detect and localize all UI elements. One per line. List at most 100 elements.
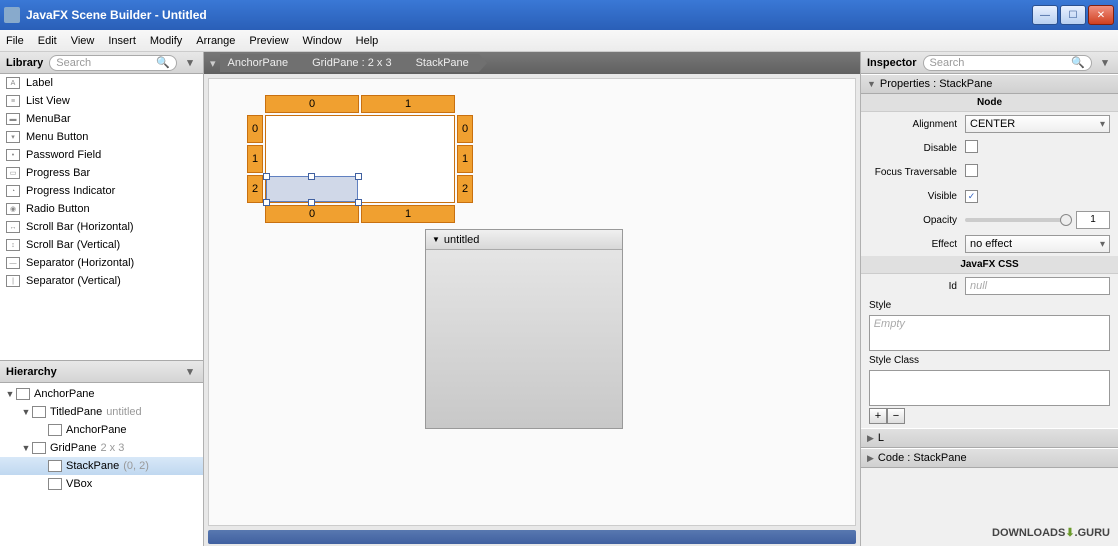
library-search[interactable]: Search 🔍: [49, 55, 177, 71]
titledpane-title: untitled: [444, 234, 479, 246]
opacity-slider[interactable]: [965, 218, 1072, 222]
inspector-title: Inspector: [867, 57, 917, 69]
sel-handle-nw[interactable]: [263, 173, 270, 180]
tree-label: AnchorPane: [34, 388, 95, 400]
lib-item-listview[interactable]: ≡List View: [0, 92, 203, 110]
inspector-menu-icon[interactable]: ▾: [1098, 56, 1112, 69]
styleclass-textarea[interactable]: [869, 370, 1111, 406]
grid-row-header-1-left[interactable]: 1: [247, 145, 263, 173]
breadcrumb-back-icon[interactable]: ▾: [210, 57, 216, 70]
grid-col-footer-0[interactable]: 0: [265, 205, 359, 223]
focus-checkbox[interactable]: [965, 164, 978, 177]
style-textarea[interactable]: Empty: [869, 315, 1111, 351]
tree-label: VBox: [66, 478, 92, 490]
canvas[interactable]: 0 1 0 1 2 0 1 2 0 1: [208, 78, 856, 526]
library-menu-icon[interactable]: ▾: [183, 56, 197, 69]
grid-col-header-0[interactable]: 0: [265, 95, 359, 113]
code-section[interactable]: ▶ Code : StackPane: [861, 448, 1118, 468]
node-icon: [48, 460, 62, 472]
grid-row-header-0-right[interactable]: 0: [457, 115, 473, 143]
menu-arrange[interactable]: Arrange: [196, 35, 235, 47]
hierarchy-header: Hierarchy ▾: [0, 361, 203, 383]
menu-insert[interactable]: Insert: [108, 35, 136, 47]
tree-row[interactable]: AnchorPane: [0, 421, 203, 439]
grid-row-header-1-right[interactable]: 1: [457, 145, 473, 173]
sel-handle-ne[interactable]: [355, 173, 362, 180]
lib-item-scrollh[interactable]: ↔Scroll Bar (Horizontal): [0, 218, 203, 236]
grid-col-header-1[interactable]: 1: [361, 95, 455, 113]
lib-item-radio[interactable]: ◉Radio Button: [0, 200, 203, 218]
menu-view[interactable]: View: [71, 35, 95, 47]
sel-handle-sw[interactable]: [263, 199, 270, 206]
properties-section[interactable]: ▼ Properties : StackPane: [861, 74, 1118, 94]
close-button[interactable]: ✕: [1088, 5, 1114, 25]
menu-modify[interactable]: Modify: [150, 35, 182, 47]
lib-item-progressind[interactable]: ◔Progress Indicator: [0, 182, 203, 200]
lib-item-seph[interactable]: —Separator (Horizontal): [0, 254, 203, 272]
lib-item-progressbar[interactable]: ▭Progress Bar: [0, 164, 203, 182]
hierarchy-tree[interactable]: ▼AnchorPane▼TitledPaneuntitledAnchorPane…: [0, 383, 203, 546]
sel-handle-se[interactable]: [355, 199, 362, 206]
tree-row[interactable]: ▼TitledPaneuntitled: [0, 403, 203, 421]
tree-row[interactable]: VBox: [0, 475, 203, 493]
crumb-gridpane[interactable]: GridPane : 2 x 3: [298, 54, 402, 72]
sel-handle-n[interactable]: [308, 173, 315, 180]
menu-help[interactable]: Help: [356, 35, 379, 47]
opacity-input[interactable]: 1: [1076, 211, 1110, 229]
crumb-stackpane[interactable]: StackPane: [402, 54, 479, 72]
sepv-icon: |: [6, 275, 20, 287]
slider-thumb[interactable]: [1060, 214, 1072, 226]
node-icon: [32, 406, 46, 418]
titledpane-header[interactable]: ▼ untitled: [426, 230, 622, 250]
lib-item-sepv[interactable]: |Separator (Vertical): [0, 272, 203, 290]
lib-item-scrollv[interactable]: ↕Scroll Bar (Vertical): [0, 236, 203, 254]
crumb-anchorpane[interactable]: AnchorPane: [220, 54, 299, 72]
remove-button[interactable]: −: [887, 408, 905, 424]
menu-file[interactable]: File: [6, 35, 24, 47]
grid-row-header-2-left[interactable]: 2: [247, 175, 263, 203]
password-icon: •: [6, 149, 20, 161]
library-search-placeholder: Search: [56, 57, 91, 69]
disable-checkbox[interactable]: [965, 140, 978, 153]
lib-item-password[interactable]: •Password Field: [0, 146, 203, 164]
lib-item-menubar[interactable]: ▬MenuBar: [0, 110, 203, 128]
id-input[interactable]: null: [965, 277, 1110, 295]
menu-edit[interactable]: Edit: [38, 35, 57, 47]
window-buttons: — ☐ ✕: [1032, 5, 1114, 25]
layout-section[interactable]: ▶ L: [861, 428, 1118, 448]
menu-preview[interactable]: Preview: [249, 35, 288, 47]
sel-handle-s[interactable]: [308, 199, 315, 206]
prop-focus: Focus Traversable: [861, 160, 1118, 184]
grid-col-footer-1[interactable]: 1: [361, 205, 455, 223]
visible-checkbox[interactable]: ✓: [965, 190, 978, 203]
grid-row-header-2-right[interactable]: 2: [457, 175, 473, 203]
prop-alignment: Alignment CENTER: [861, 112, 1118, 136]
maximize-button[interactable]: ☐: [1060, 5, 1086, 25]
titledpane[interactable]: ▼ untitled: [425, 229, 623, 429]
prop-disable: Disable: [861, 136, 1118, 160]
tree-row[interactable]: ▼GridPane2 x 3: [0, 439, 203, 457]
canvas-scrollbar[interactable]: [208, 530, 856, 544]
grid-row-header-0-left[interactable]: 0: [247, 115, 263, 143]
add-button[interactable]: +: [869, 408, 887, 424]
css-subheader: JavaFX CSS: [861, 256, 1118, 274]
node-icon: [16, 388, 30, 400]
inspector-search[interactable]: Search 🔍: [923, 55, 1092, 71]
tree-row[interactable]: ▼AnchorPane: [0, 385, 203, 403]
lib-item-menubutton[interactable]: ▾Menu Button: [0, 128, 203, 146]
node-icon: [32, 442, 46, 454]
properties-title: Properties : StackPane: [880, 78, 993, 90]
lib-item-label[interactable]: ALabel: [0, 74, 203, 92]
id-label: Id: [869, 281, 965, 292]
hierarchy-menu-icon[interactable]: ▾: [183, 365, 197, 378]
minimize-button[interactable]: —: [1032, 5, 1058, 25]
library-title: Library: [6, 57, 43, 69]
chevron-down-icon: ▼: [432, 235, 440, 244]
effect-combo[interactable]: no effect: [965, 235, 1110, 253]
styleclass-buttons: + −: [861, 408, 1118, 428]
menu-window[interactable]: Window: [303, 35, 342, 47]
workspace: Library Search 🔍 ▾ ALabel ≡List View ▬Me…: [0, 52, 1118, 546]
library-list[interactable]: ALabel ≡List View ▬MenuBar ▾Menu Button …: [0, 74, 203, 360]
alignment-combo[interactable]: CENTER: [965, 115, 1110, 133]
tree-row[interactable]: StackPane(0, 2): [0, 457, 203, 475]
